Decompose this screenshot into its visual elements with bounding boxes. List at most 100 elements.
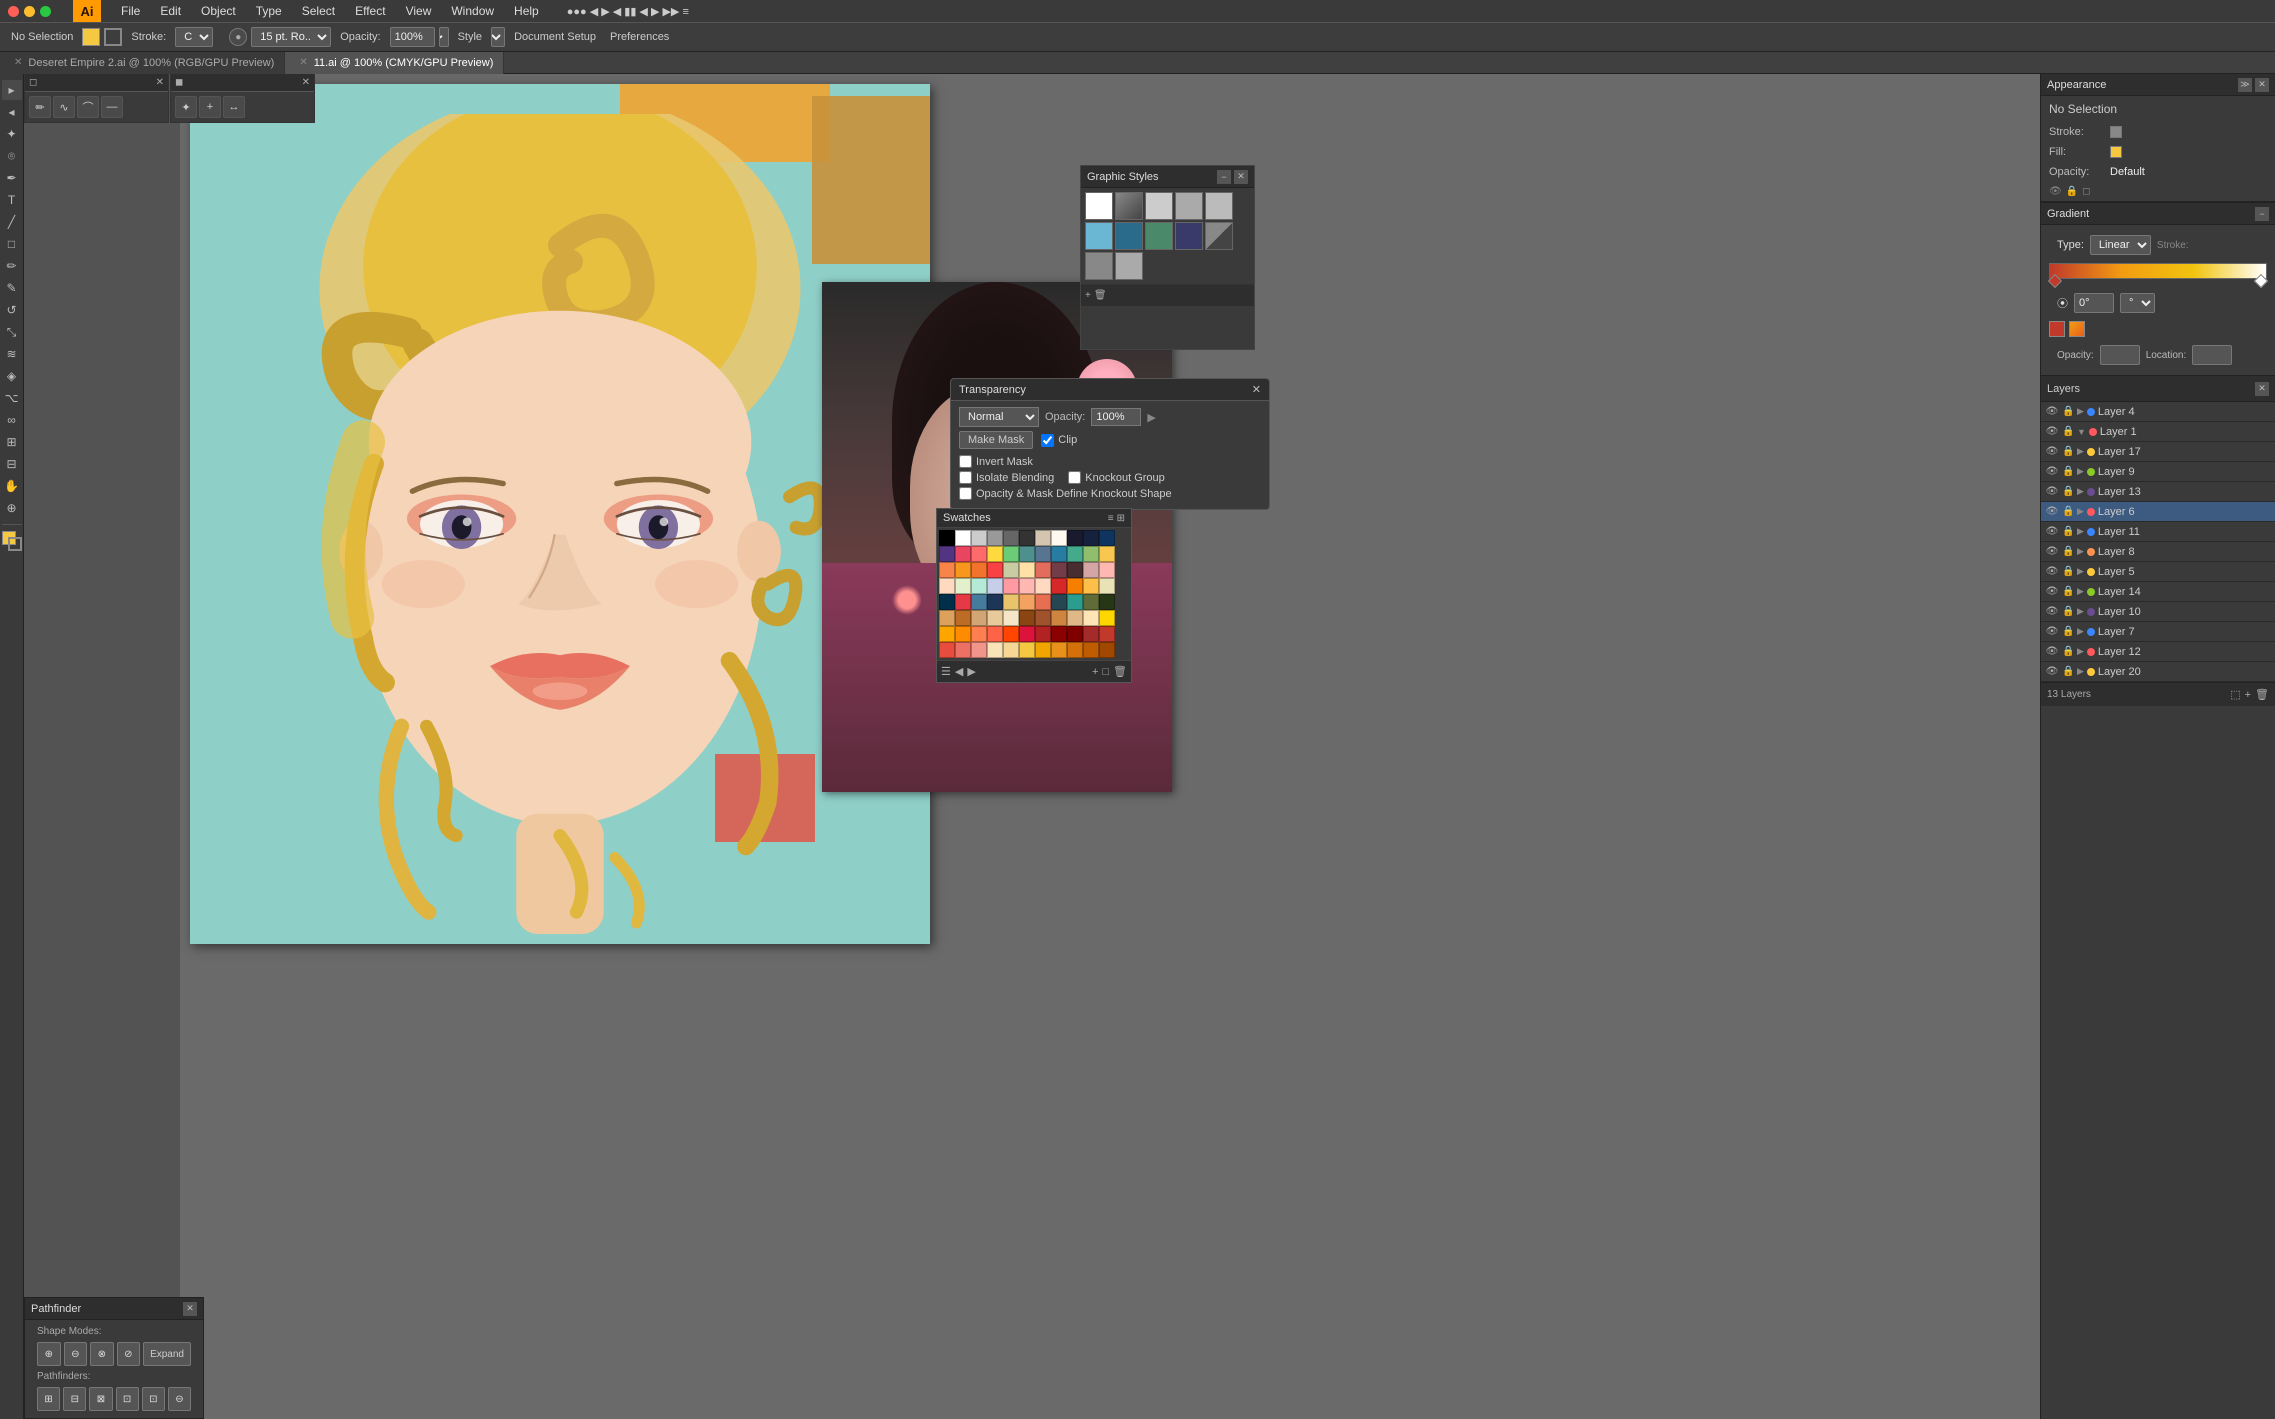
swatch-bright-gold[interactable] (1019, 642, 1035, 658)
delete-layer-btn[interactable]: 🗑 (2255, 688, 2269, 701)
swatch-purple1[interactable] (939, 546, 955, 562)
swatch-gray1[interactable] (971, 530, 987, 546)
layer-11-visibility[interactable]: 👁 (2045, 526, 2059, 537)
layer-14-expand[interactable]: ▶ (2077, 586, 2084, 597)
layer-1-expand[interactable]: ▼ (2077, 427, 2086, 437)
swatch-olive[interactable] (1083, 594, 1099, 610)
blend-mode-select[interactable]: Normal (959, 407, 1039, 427)
layer-5-expand[interactable]: ▶ (2077, 566, 2084, 577)
unite-btn[interactable]: ⊕ (37, 1342, 61, 1366)
swatch-darkolive[interactable] (1099, 594, 1115, 610)
swatch-white[interactable] (955, 530, 971, 546)
swatch-sage1[interactable] (1003, 562, 1019, 578)
layer-13-visibility[interactable]: 👁 (2045, 486, 2059, 497)
layer-10-visibility[interactable]: 👁 (2045, 606, 2059, 617)
graphic-styles-header[interactable]: Graphic Styles − ✕ (1081, 166, 1254, 188)
menu-file[interactable]: File (117, 2, 144, 20)
swatch-saddlebrown[interactable] (1019, 610, 1035, 626)
swatch-yellow1[interactable] (987, 546, 1003, 562)
blend-tool[interactable]: ∞ (2, 410, 22, 430)
gs-item-3[interactable] (1145, 192, 1173, 220)
swatch-red1[interactable] (955, 546, 971, 562)
brush-size-dropdown[interactable]: 15 pt. Ro... (251, 27, 331, 47)
swatch-burnt-orange[interactable] (1083, 642, 1099, 658)
layer-6-visibility[interactable]: 👁 (2045, 506, 2059, 517)
intersect-btn[interactable]: ⊗ (90, 1342, 114, 1366)
swatch-peru[interactable] (1051, 610, 1067, 626)
swatch-burlywood[interactable] (1067, 610, 1083, 626)
menu-type[interactable]: Type (252, 2, 286, 20)
layer-row-4[interactable]: 👁 🔒 ▶ Layer 4 (2041, 402, 2275, 422)
gs-item-9[interactable] (1175, 222, 1203, 250)
trans-opacity-input[interactable] (1091, 408, 1141, 426)
gs-item-6[interactable] (1085, 222, 1113, 250)
swatch-rose1[interactable] (1035, 562, 1051, 578)
minus-front-btn[interactable]: ⊖ (64, 1342, 88, 1366)
graphic-styles-minimize-btn[interactable]: − (1217, 170, 1231, 184)
swatch-sienna2[interactable] (1035, 610, 1051, 626)
swatch-pastel8[interactable] (1035, 578, 1051, 594)
knockout-group-checkbox[interactable] (1068, 471, 1081, 484)
gs-item-5[interactable] (1205, 192, 1233, 220)
layer-13-lock[interactable]: 🔒 (2062, 486, 2074, 497)
layer-14-lock[interactable]: 🔒 (2062, 586, 2074, 597)
swatches-new-swatch-btn[interactable]: ☰ (941, 665, 951, 678)
stroke-color-swatch[interactable] (2110, 126, 2122, 138)
swatch-tomato[interactable] (987, 626, 1003, 642)
minus-back-btn[interactable]: ⊖ (168, 1387, 191, 1411)
swatch-teal1[interactable] (1019, 546, 1035, 562)
maximize-button[interactable] (40, 6, 51, 17)
trans-opacity-arrow[interactable]: ▶ (1147, 411, 1155, 424)
swatch-mauve1[interactable] (1051, 562, 1067, 578)
swatch-lightsalmon[interactable] (971, 642, 987, 658)
swatch-crimson[interactable] (955, 594, 971, 610)
make-mask-btn[interactable]: Make Mask (959, 431, 1033, 449)
swatch-crimson2[interactable] (1019, 626, 1035, 642)
fill-stroke-indicator[interactable] (2, 531, 22, 551)
brush-preset-2[interactable]: ∿ (53, 96, 75, 118)
swatches-list-view-btn[interactable]: ≡ (1108, 513, 1114, 524)
preferences-button[interactable]: Preferences (605, 29, 674, 45)
gs-item-10[interactable] (1205, 222, 1233, 250)
layer-10-lock[interactable]: 🔒 (2062, 606, 2074, 617)
gradient-minimize-btn[interactable]: − (2255, 207, 2269, 221)
swatch-alizarin[interactable] (939, 642, 955, 658)
artboard-tool[interactable]: ⊞ (2, 432, 22, 452)
swatch-tan2[interactable] (971, 610, 987, 626)
graphic-styles-close-btn[interactable]: ✕ (1234, 170, 1248, 184)
isolate-blending-checkbox[interactable] (959, 471, 972, 484)
swatch-pastel1[interactable] (1099, 562, 1115, 578)
brush-panel-close[interactable]: ✕ (156, 77, 164, 88)
lasso-tool[interactable]: ⌾ (2, 146, 22, 166)
menu-window[interactable]: Window (447, 2, 498, 20)
gs-new-btn[interactable]: + (1085, 290, 1091, 301)
swatch-brown1[interactable] (1067, 562, 1083, 578)
layer-row-20[interactable]: 👁 🔒 ▶ Layer 20 (2041, 662, 2275, 682)
swatch-moccasin[interactable] (1083, 610, 1099, 626)
swatch-pastel5[interactable] (987, 578, 1003, 594)
warp-tool[interactable]: ≋ (2, 344, 22, 364)
direct-selection-tool[interactable]: ◂ (2, 102, 22, 122)
swatch-salmon[interactable] (955, 642, 971, 658)
swatches-next-btn[interactable]: ▶ (967, 665, 975, 678)
swatch-dark-amber[interactable] (1099, 642, 1115, 658)
exclude-btn[interactable]: ⊘ (117, 1342, 141, 1366)
layer-1-visibility[interactable]: 👁 (2045, 426, 2059, 437)
stroke-swatch[interactable] (104, 28, 122, 46)
stroke-preset-3[interactable]: ↔ (223, 96, 245, 118)
expand-btn[interactable]: Expand (143, 1342, 191, 1366)
layer-9-lock[interactable]: 🔒 (2062, 466, 2074, 477)
menu-help[interactable]: Help (510, 2, 543, 20)
stroke-preset-1[interactable]: ✦ (175, 96, 197, 118)
artboard[interactable] (190, 84, 930, 944)
swatch-gray2[interactable] (987, 530, 1003, 546)
minimize-button[interactable] (24, 6, 35, 17)
gradient-color-stop-1[interactable] (2049, 321, 2065, 337)
swatch-sienna[interactable] (955, 610, 971, 626)
swatch-darknavy[interactable] (939, 594, 955, 610)
invert-mask-checkbox[interactable] (959, 455, 972, 468)
swatch-rosegold[interactable] (1083, 562, 1099, 578)
swatch-steelblue[interactable] (1035, 546, 1051, 562)
layer-17-expand[interactable]: ▶ (2077, 446, 2084, 457)
shape-tool[interactable]: □ (2, 234, 22, 254)
